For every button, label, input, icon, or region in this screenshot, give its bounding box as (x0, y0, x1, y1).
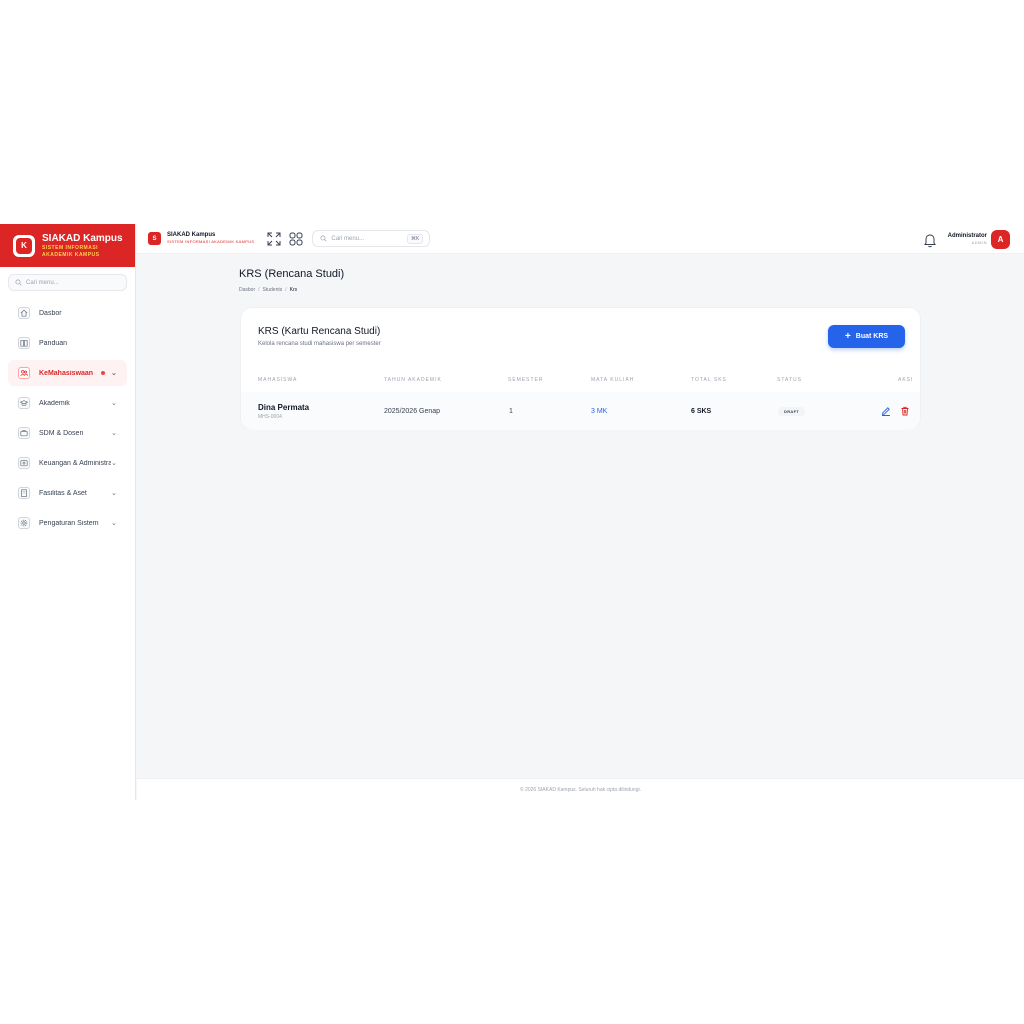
book-icon (18, 337, 30, 349)
building-icon (18, 487, 30, 499)
sidebar: K SIAKAD Kampus SISTEM INFORMASI AKADEMI… (0, 224, 136, 800)
user-role: ADMIN (971, 240, 987, 245)
student-nim: MHS-0004 (258, 414, 282, 420)
sidebar-item-keuangan[interactable]: Keuangan & Administrasi ⌄ (8, 450, 127, 476)
sidebar-item-label: KeMahasiswaan (39, 369, 94, 377)
column-header-mahasiswa: MAHASISWA (258, 377, 298, 383)
topbar-brand: SIAKAD Kampus SISTEM INFORMASI AKADEMIK … (167, 232, 254, 245)
topbar-search-placeholder: Cari menu... (331, 235, 365, 242)
card-title: KRS (Kartu Rencana Studi) (258, 326, 381, 337)
sidebar-item-label: Keuangan & Administrasi (39, 459, 111, 467)
cell-total-sks: 6 SKS (691, 408, 712, 415)
wallet-icon (18, 457, 30, 469)
cell-tahun-akademik: 2025/2026 Genap (384, 408, 441, 415)
column-header-semester: SEMESTER (508, 377, 544, 383)
sidebar-search-input[interactable]: Cari menu... (8, 274, 127, 291)
sidebar-item-sdm-dosen[interactable]: SDM & Dosen ⌄ (8, 420, 127, 446)
topbar-right: Administrator ADMIN A (922, 230, 1010, 249)
sidebar-brand[interactable]: K SIAKAD Kampus SISTEM INFORMASI AKADEMI… (0, 224, 135, 267)
shortcut-hint: ⌘K (407, 234, 424, 244)
sidebar-item-dasbor[interactable]: Dasbor (8, 300, 127, 326)
sidebar-item-kemahasiswaan[interactable]: KeMahasiswaan ⌄ (8, 360, 127, 386)
card-subtitle: Kelola rencana studi mahasiswa per semes… (258, 341, 381, 347)
sidebar-search-placeholder: Cari menu... (26, 279, 59, 286)
breadcrumb-separator: / (258, 287, 260, 293)
bell-icon[interactable] (922, 232, 938, 248)
apps-grid-icon[interactable] (288, 231, 304, 247)
sidebar-item-label: Fasilitas & Aset (39, 489, 87, 497)
breadcrumb-separator: / (285, 287, 287, 293)
trash-icon[interactable] (900, 406, 910, 416)
app-root: K SIAKAD Kampus SISTEM INFORMASI AKADEMI… (0, 224, 1024, 800)
graduation-cap-icon (18, 397, 30, 409)
sidebar-item-akademik[interactable]: Akademik ⌄ (8, 390, 127, 416)
sidebar-item-label: Dasbor (39, 309, 62, 317)
active-dot (101, 371, 105, 375)
cell-mata-kuliah[interactable]: 3 MK (591, 408, 607, 415)
topbar-search-input[interactable]: Cari menu... ⌘K (312, 230, 431, 247)
chevron-down-icon: ⌄ (111, 460, 117, 467)
chevron-down-icon: ⌄ (111, 370, 117, 377)
table-row (241, 392, 920, 430)
briefcase-icon (18, 427, 30, 439)
users-icon (18, 367, 30, 379)
sidebar-item-panduan[interactable]: Panduan (8, 330, 127, 356)
sidebar-item-label: Akademik (39, 399, 70, 407)
footer: © 2026 SIAKAD Kampus. Seluruh hak cipta … (137, 778, 1024, 800)
column-header-status: STATUS (777, 377, 802, 383)
sidebar-item-fasilitas[interactable]: Fasilitas & Aset ⌄ (8, 480, 127, 506)
cell-semester: 1 (509, 408, 513, 415)
gear-icon (18, 517, 30, 529)
chevron-down-icon: ⌄ (111, 430, 117, 437)
sidebar-nav: Dasbor Panduan KeMahasiswaan ⌄ Akademik … (0, 300, 135, 536)
brand-logo: K (13, 234, 35, 257)
topbar-subtitle: SISTEM INFORMASI AKADEMIK KAMPUS (167, 239, 255, 244)
column-header-total-sks: TOTAL SKS (691, 377, 727, 383)
plus-icon: + (844, 330, 851, 342)
column-header-mata-kuliah: MATA KULIAH (591, 377, 635, 383)
chevron-down-icon: ⌄ (111, 520, 117, 527)
create-krs-label: Buat KRS (855, 333, 889, 340)
breadcrumb-current: Krs (289, 287, 298, 293)
user-info[interactable]: Administrator ADMIN (948, 233, 987, 246)
sidebar-item-label: Panduan (39, 339, 68, 347)
edit-icon[interactable] (881, 406, 891, 416)
krs-card: KRS (Kartu Rencana Studi) Kelola rencana… (240, 307, 921, 430)
create-krs-button[interactable]: + Buat KRS (828, 325, 905, 348)
sidebar-item-label: Pengaturan Sistem (39, 519, 99, 527)
column-header-tahun: TAHUN AKADEMIK (384, 377, 442, 383)
column-header-aksi: AKSI (898, 377, 914, 383)
status-badge: DRAFT (778, 407, 806, 416)
expand-icon[interactable] (266, 231, 282, 247)
page-title: KRS (Rencana Studi) (239, 268, 345, 280)
breadcrumb: Dasbor / Students / Krs (239, 287, 297, 293)
home-icon (18, 307, 30, 319)
breadcrumb-item[interactable]: Students (263, 287, 283, 293)
chevron-down-icon: ⌄ (111, 400, 117, 407)
brand-subtitle-2: AKADEMIK KAMPUS (42, 251, 100, 258)
topbar-title: SIAKAD Kampus (167, 232, 216, 238)
breadcrumb-item[interactable]: Dasbor (239, 287, 255, 293)
topbar: S SIAKAD Kampus SISTEM INFORMASI AKADEMI… (137, 224, 1024, 254)
brand-title: SIAKAD Kampus (42, 232, 123, 244)
chevron-down-icon: ⌄ (111, 490, 117, 497)
brand-subtitle-1: SISTEM INFORMASI (42, 244, 99, 251)
sidebar-item-label: SDM & Dosen (39, 429, 84, 437)
student-name: Dina Permata (258, 403, 310, 412)
sidebar-item-pengaturan[interactable]: Pengaturan Sistem ⌄ (8, 510, 127, 536)
search-icon (15, 279, 22, 286)
search-icon (320, 235, 327, 242)
user-name: Administrator (947, 233, 987, 239)
avatar[interactable]: A (991, 230, 1010, 249)
copyright-text: © 2026 SIAKAD Kampus. Seluruh hak cipta … (520, 786, 641, 793)
topbar-logo[interactable]: S (148, 232, 161, 245)
